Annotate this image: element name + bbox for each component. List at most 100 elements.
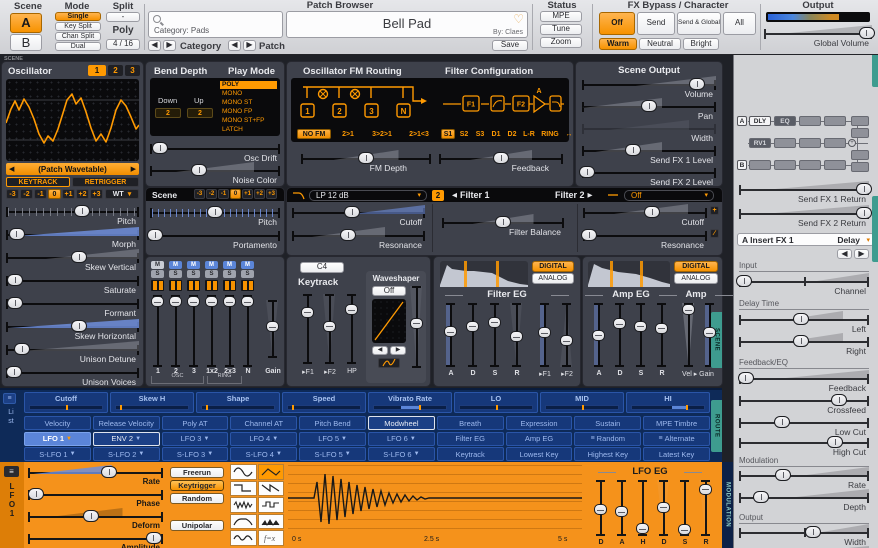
filter-eg-analog-button[interactable]: ANALOG [532, 273, 574, 284]
patch-name-box[interactable]: Bell Pad ♡ By: Claes [286, 11, 528, 38]
mod-target-value-bar[interactable] [115, 405, 189, 410]
filter2-plus-button[interactable]: + [710, 206, 719, 215]
tune-button[interactable]: Tune [540, 24, 582, 35]
mod-source-filter-eg[interactable]: Filter EG [437, 432, 504, 446]
mod-source-lfo-4[interactable]: LFO 4▼ [230, 432, 297, 446]
mod-source-mpe-timbre[interactable]: MPE Timbre [643, 416, 710, 430]
waveshaper-type-button[interactable]: Off [372, 286, 406, 296]
osc-unison-voices-slider[interactable]: Unison Voices [6, 364, 139, 386]
lfo-rate-slider[interactable]: Rate [28, 464, 163, 486]
fm-depth-slider[interactable]: FM Depth [301, 150, 431, 172]
filter1-type-dropdown[interactable]: LP 12 dB ▾ [309, 190, 427, 201]
lfo-eg-delay-slider[interactable] [594, 480, 607, 536]
mod-target-value-bar[interactable] [459, 405, 533, 410]
mod-source-s-lfo-2[interactable]: S-LFO 2▼ [93, 447, 160, 461]
mod-target-shape[interactable]: Shape [196, 392, 280, 413]
feg-s-slider[interactable] [488, 303, 501, 367]
send-fx1-level-slider[interactable]: Send FX 1 Level [582, 142, 716, 164]
lfo-eg-hold-slider[interactable] [636, 480, 649, 536]
fx-slot-empty[interactable] [824, 116, 846, 126]
edge-tab[interactable] [872, 196, 878, 262]
wavetable-selector[interactable]: ◀ (Patch Wavetable) ▶ [6, 163, 139, 175]
character-bright-button[interactable]: Bright [683, 38, 719, 50]
mod-target-speed[interactable]: Speed [282, 392, 366, 413]
scene-octave--1[interactable]: -1 [218, 189, 229, 199]
feg-r-slider[interactable] [510, 303, 523, 367]
mod-list-label[interactable]: List [7, 408, 15, 426]
keytrack-root-button[interactable]: C4 [300, 262, 344, 273]
filter1-resonance-slider[interactable]: Resonance [292, 227, 425, 249]
retrigger-button[interactable]: RETRIGGER [72, 177, 139, 187]
mod-source-channel-at[interactable]: Channel AT [230, 416, 297, 430]
lfo-eg-attack-slider[interactable] [615, 480, 628, 536]
scene-octave-+3[interactable]: +3 [266, 189, 277, 199]
volume-slider[interactable]: Volume [582, 76, 716, 98]
mod-source-lfo-5[interactable]: LFO 5▼ [299, 432, 366, 446]
filter-balance-slider[interactable]: Filter Balance [442, 214, 564, 236]
fx-feedback-slider[interactable]: Feedback [739, 370, 869, 392]
filter2-selector[interactable]: Filter 2 ▶ [555, 190, 593, 200]
fx-slot-global[interactable] [851, 162, 869, 172]
play-mode-mono[interactable]: MONO [220, 90, 277, 98]
character-warm-button[interactable]: Warm [599, 38, 637, 50]
aeg-a-slider[interactable] [592, 303, 605, 367]
mod-target-hi[interactable]: HI [626, 392, 710, 413]
waveshaper-next-button[interactable]: ▶ [390, 346, 406, 355]
aeg-r-slider[interactable] [655, 303, 668, 367]
save-button[interactable]: Save [492, 40, 528, 51]
fx-slot-empty[interactable] [774, 160, 796, 170]
fx-bypass-off-button[interactable]: Off [599, 12, 635, 35]
mod-target-value-bar[interactable] [287, 405, 361, 410]
mod-source-expression[interactable]: Expression [506, 416, 573, 430]
poly-count-button[interactable]: 4 / 16 [106, 39, 140, 50]
keytrack-f1-slider[interactable] [301, 294, 314, 364]
aeg-d-slider[interactable] [613, 303, 626, 367]
config-s1[interactable]: S1 [441, 129, 455, 139]
portamento-slider[interactable]: Portamento [150, 227, 280, 249]
mute-button[interactable]: M [241, 261, 254, 269]
config-wide[interactable]: ↔ [563, 129, 575, 139]
scene-octave-+2[interactable]: +2 [254, 189, 265, 199]
fx-prev-button[interactable]: ◀ [837, 249, 852, 259]
channel-level-slider[interactable] [241, 295, 254, 367]
fx-depth-slider[interactable]: Depth [739, 489, 869, 511]
play-mode-mono-st[interactable]: MONO ST [220, 99, 277, 107]
lfo-shape-sine[interactable] [230, 464, 257, 480]
feg-f1-slider[interactable] [538, 303, 551, 367]
mod-source-env-2[interactable]: ENV 2▼ [93, 432, 160, 446]
lfo-shape-smooth-random[interactable] [230, 530, 257, 546]
osc-skew-horizontal-slider[interactable]: Skew Horizontal [6, 318, 139, 340]
fx-bypass-send-button[interactable]: Send [637, 12, 675, 35]
mode-key-split-button[interactable]: Key Split [55, 22, 101, 31]
scene-a-button[interactable]: A [10, 13, 42, 33]
filter-subtype-badge[interactable]: 2 [432, 190, 444, 201]
lfo-eg-decay-slider[interactable] [657, 480, 670, 536]
mode-single-button[interactable]: Single [55, 12, 101, 21]
zoom-button[interactable]: Zoom [540, 37, 582, 48]
mod-source-s-lfo-5[interactable]: S-LFO 5▼ [299, 447, 366, 461]
next-wavetable-icon[interactable]: ▶ [131, 165, 136, 173]
osc-tab-1[interactable]: 1 [88, 65, 106, 76]
fx-slot-dly[interactable]: DLY [749, 116, 771, 126]
route-side-tab[interactable]: ROUTE [711, 400, 722, 452]
lfo-keytrigger-button[interactable]: Keytrigger [170, 480, 224, 491]
lfo-random-button[interactable]: Random [170, 493, 224, 504]
scene-octave-0[interactable]: 0 [230, 189, 241, 199]
scene-b-button[interactable]: B [10, 34, 42, 51]
osc-skew-vertical-slider[interactable]: Skew Vertical [6, 249, 139, 271]
mod-source-lfo-6[interactable]: LFO 6▼ [368, 432, 435, 446]
filter2-edit-button[interactable]: ∕ [710, 229, 719, 238]
mod-source-highest-key[interactable]: Highest Key [574, 447, 641, 461]
waveshaper-drive-slider[interactable] [410, 286, 423, 368]
keytrack-hp-slider[interactable] [345, 294, 358, 364]
lfo-shape-formula[interactable]: f=x [258, 530, 285, 546]
mod-target-value-bar[interactable] [373, 405, 447, 410]
osc-tab-3[interactable]: 3 [125, 65, 140, 76]
fx-slot-empty[interactable] [799, 138, 821, 148]
lfo-freerun-button[interactable]: Freerun [170, 467, 224, 478]
mod-source-latest-key[interactable]: Latest Key [643, 447, 710, 461]
mod-source-s-lfo-4[interactable]: S-LFO 4▼ [230, 447, 297, 461]
global-volume-slider[interactable]: Global Volume [764, 25, 872, 47]
channel-level-slider[interactable] [187, 295, 200, 367]
send-fx1-return-slider[interactable]: Send FX 1 Return [739, 181, 869, 203]
